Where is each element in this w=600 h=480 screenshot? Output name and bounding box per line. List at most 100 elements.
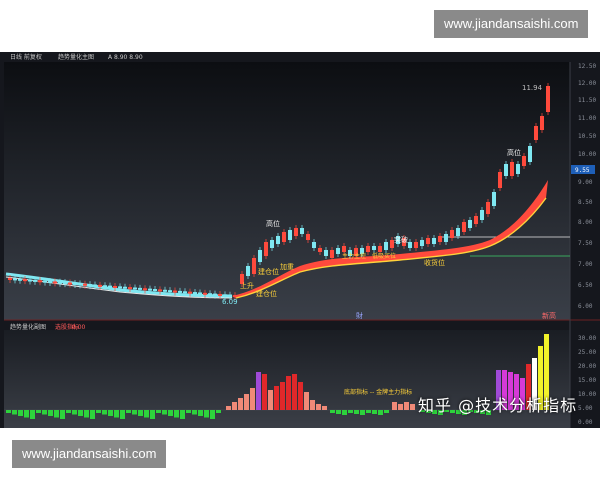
histogram-bar: [198, 410, 203, 416]
histogram-bar: [162, 410, 167, 415]
histogram-bar: [48, 410, 53, 416]
overlay-watermark-text: 知乎 @技术分析指标: [418, 396, 578, 415]
histogram-bar: [84, 410, 89, 418]
main-panel: [4, 62, 570, 320]
histogram-bar: [262, 374, 267, 410]
histogram-bar: [298, 382, 303, 410]
histogram-bar: [12, 410, 17, 415]
histogram-bar: [174, 410, 179, 418]
svg-text:11.00: 11.00: [578, 115, 596, 122]
svg-text:6.00: 6.00: [578, 303, 593, 310]
histogram-bar: [286, 376, 291, 410]
svg-text:7.50: 7.50: [578, 240, 593, 247]
histogram-bar: [404, 402, 409, 410]
histogram-bar: [360, 410, 365, 415]
histogram-bar: [238, 398, 243, 410]
svg-text:15.00: 15.00: [578, 377, 596, 384]
histogram-bar: [30, 410, 35, 419]
annotation-support-3: 收货位: [424, 258, 445, 267]
indicator-values: A 8.90 8.90: [108, 54, 143, 61]
histogram-bar: [398, 404, 403, 410]
sub-annotation: 底部指标 -- 金牌主力指标: [344, 388, 412, 396]
histogram-bar: [168, 410, 173, 416]
svg-text:10.00: 10.00: [578, 151, 596, 158]
annotation-support-2: 建仓位: [256, 289, 277, 298]
histogram-bar: [348, 410, 353, 413]
annotation-center-2: 低吸买位: [372, 252, 396, 260]
histogram-bar: [280, 382, 285, 410]
annotation-weight: 加重: [280, 262, 294, 271]
indicator-name: 趋势量化主图: [58, 53, 94, 61]
histogram-bar: [66, 410, 71, 413]
svg-text:5.00: 5.00: [578, 405, 593, 412]
stock-chart-window: 日线 前复权 趋势量化主图 A 8.90 8.90 趋势量化副图 选股指标 0.…: [0, 52, 600, 428]
histogram-bar: [244, 394, 249, 410]
histogram-bar: [268, 390, 273, 410]
histogram-bar: [304, 392, 309, 410]
histogram-bar: [72, 410, 77, 415]
sub-indicator-value: 0.00: [72, 324, 86, 331]
histogram-bar: [78, 410, 83, 416]
date-marker: 財: [356, 311, 363, 320]
histogram-bar: [310, 400, 315, 410]
svg-text:30.00: 30.00: [578, 335, 596, 342]
histogram-bar: [378, 410, 383, 415]
histogram-bar: [36, 410, 41, 413]
histogram-bar: [384, 410, 389, 413]
histogram-bar: [226, 406, 231, 410]
svg-text:12.00: 12.00: [578, 80, 596, 87]
annotation-low-price: 6.09: [222, 298, 238, 306]
svg-text:7.00: 7.00: [578, 261, 593, 268]
current-price-value: 9.55: [575, 167, 590, 174]
histogram-bar: [96, 410, 101, 413]
watermark-bottom: www.jiandansaishi.com: [12, 440, 167, 468]
histogram-bar: [342, 410, 347, 415]
histogram-bar: [204, 410, 209, 418]
svg-text:6.50: 6.50: [578, 282, 593, 289]
new-high-tag: 新高: [542, 311, 556, 320]
histogram-bar: [138, 410, 143, 416]
chart-period-label: 日线 前复权: [10, 53, 42, 61]
histogram-bar: [24, 410, 29, 418]
annotation-support-1: 建仓位: [258, 267, 279, 276]
histogram-bar: [292, 374, 297, 410]
histogram-bar: [126, 410, 131, 413]
svg-text:10.00: 10.00: [578, 391, 596, 398]
histogram-bar: [156, 410, 161, 413]
histogram-bar: [6, 410, 11, 413]
histogram-bar: [256, 372, 261, 410]
histogram-bar: [42, 410, 47, 415]
histogram-bar: [372, 410, 377, 414]
annotation-rise: 上升: [240, 281, 254, 290]
svg-text:20.00: 20.00: [578, 363, 596, 370]
histogram-bar: [322, 406, 327, 410]
histogram-bar: [316, 404, 321, 410]
svg-text:25.00: 25.00: [578, 349, 596, 356]
histogram-bar: [102, 410, 107, 415]
histogram-bar: [180, 410, 185, 419]
watermark-top: www.jiandansaishi.com: [434, 10, 589, 38]
histogram-bar: [132, 410, 137, 415]
histogram-bar: [150, 410, 155, 419]
annotation-high-mid: 高位: [266, 219, 280, 228]
histogram-bar: [210, 410, 215, 419]
histogram-bar: [216, 410, 221, 413]
histogram-bar: [114, 410, 119, 418]
svg-text:9.00: 9.00: [578, 179, 593, 186]
histogram-bar: [90, 410, 95, 419]
histogram-bar: [144, 410, 149, 418]
histogram-bar: [108, 410, 113, 416]
svg-text:8.50: 8.50: [578, 199, 593, 206]
svg-text:8.00: 8.00: [578, 219, 593, 226]
histogram-bar: [330, 410, 335, 413]
histogram-bar: [274, 386, 279, 410]
annotation-breakout: 突破: [394, 235, 408, 244]
svg-text:0.00: 0.00: [578, 419, 593, 426]
histogram-bar: [18, 410, 23, 416]
annotation-center: 主力主控: [342, 252, 366, 260]
svg-text:12.50: 12.50: [578, 63, 596, 70]
annotation-high-right: 高位: [507, 148, 521, 157]
histogram-bar: [60, 410, 65, 419]
histogram-bar: [120, 410, 125, 419]
svg-text:11.50: 11.50: [578, 97, 596, 104]
